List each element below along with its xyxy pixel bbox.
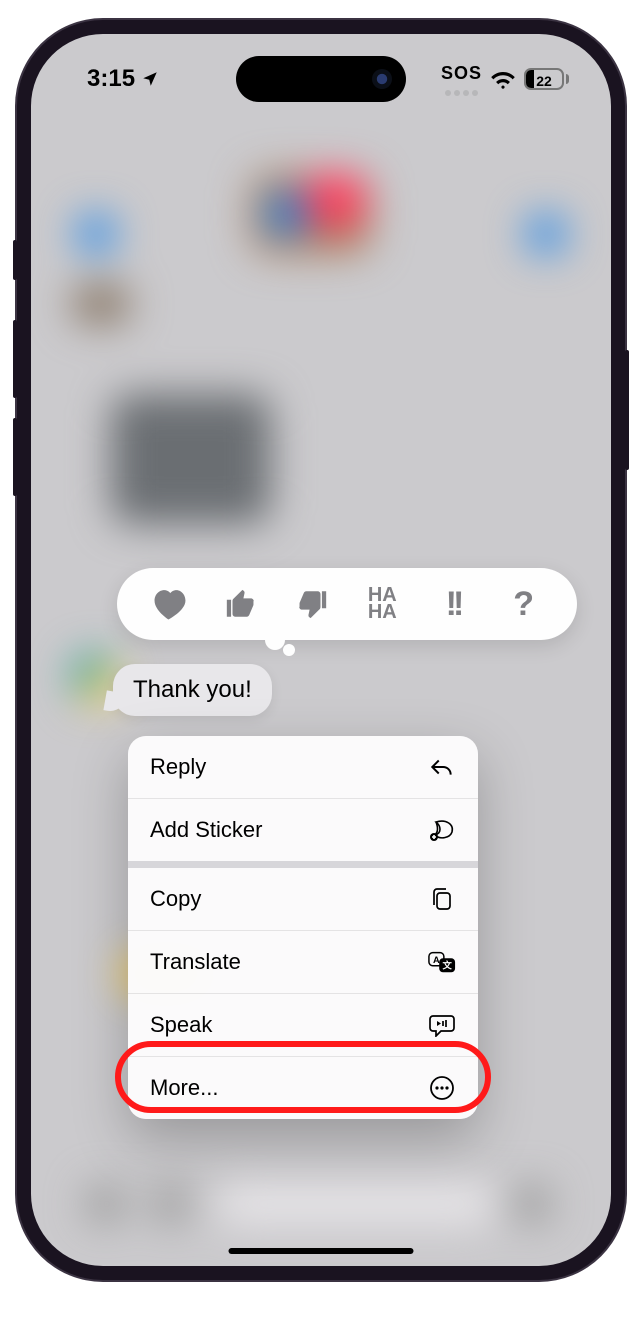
power-button [625, 350, 629, 470]
home-indicator[interactable] [229, 1248, 414, 1254]
battery-percent: 22 [526, 70, 562, 90]
selected-message-bubble[interactable]: Thank you! [113, 664, 272, 716]
sticker-peel-icon [428, 816, 456, 844]
tapback-exclaim-button[interactable]: !! [432, 583, 474, 625]
sos-label: SOS [441, 63, 482, 84]
menu-item-add-sticker[interactable]: Add Sticker [128, 798, 478, 861]
tapback-question-button[interactable]: ? [503, 583, 545, 625]
menu-item-speak[interactable]: Speak [128, 993, 478, 1056]
message-text: Thank you! [133, 676, 252, 703]
tapback-heart-button[interactable] [149, 583, 191, 625]
menu-label: More... [150, 1075, 218, 1101]
translate-icon: A 文 [428, 948, 456, 976]
battery-icon: 22 [524, 68, 569, 90]
tapback-haha-button[interactable]: HA HA [361, 583, 403, 625]
screen: 3:15 SOS 22 [31, 34, 611, 1266]
tapback-bar: HA HA !! ? [117, 568, 577, 640]
wifi-icon [490, 69, 516, 89]
signal-dots-icon [445, 90, 478, 96]
menu-label: Reply [150, 754, 206, 780]
iphone-frame: 3:15 SOS 22 [17, 20, 625, 1280]
tapback-thumbs-up-button[interactable] [220, 583, 262, 625]
haha-label: HA HA [368, 587, 397, 621]
menu-item-reply[interactable]: Reply [128, 736, 478, 798]
context-menu: Reply Add Sticker Copy [128, 736, 478, 1119]
menu-item-translate[interactable]: Translate A 文 [128, 930, 478, 993]
menu-label: Copy [150, 886, 201, 912]
volume-up-button [13, 320, 17, 398]
svg-text:A: A [433, 955, 440, 965]
menu-item-copy[interactable]: Copy [128, 868, 478, 930]
menu-label: Add Sticker [150, 817, 263, 843]
reply-arrow-icon [428, 753, 456, 781]
speak-bubble-icon [428, 1011, 456, 1039]
menu-label: Translate [150, 949, 241, 975]
question-label: ? [513, 585, 534, 624]
dynamic-island [236, 56, 406, 102]
exclaim-label: !! [446, 585, 461, 624]
front-camera [372, 69, 392, 89]
menu-label: Speak [150, 1012, 212, 1038]
copy-icon [428, 885, 456, 913]
menu-separator [128, 861, 478, 868]
status-time: 3:15 [87, 65, 135, 93]
menu-item-more[interactable]: More... [128, 1056, 478, 1119]
volume-down-button [13, 418, 17, 496]
svg-text:文: 文 [441, 960, 452, 971]
more-ellipsis-icon [428, 1074, 456, 1102]
tapback-thumbs-down-button[interactable] [291, 583, 333, 625]
location-icon [141, 70, 159, 88]
silence-switch [13, 240, 17, 280]
